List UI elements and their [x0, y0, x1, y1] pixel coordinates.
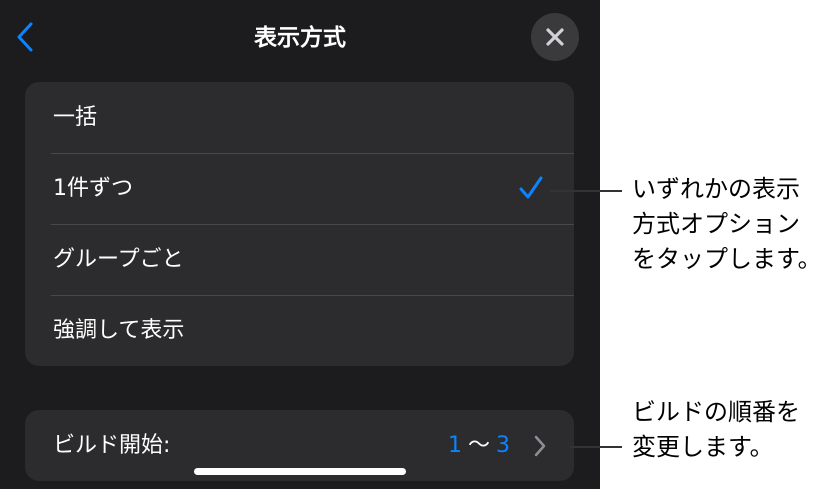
chevron-right-icon [534, 435, 546, 457]
option-label: 1件ずつ [53, 176, 133, 201]
callout-line-build [570, 446, 622, 448]
callout-line-1: ビルドの順番を [632, 398, 800, 426]
callout-line-1: いずれかの表示 [632, 175, 800, 203]
delivery-options-list: 一括 1件ずつ グループごと 強調して表示 [25, 82, 574, 366]
popover-panel: 表示方式 一括 1件ずつ グループごと 強調して表示 ビルド開始: 1 〜 3 [0, 0, 600, 489]
callout-build-text: ビルドの順番を 変更します。 [632, 395, 800, 465]
callout-line-2: 方式オプション [632, 210, 800, 238]
option-one-by-one[interactable]: 1件ずつ [25, 153, 574, 224]
option-label: 強調して表示 [53, 318, 185, 343]
build-order-label: ビルド開始: [53, 433, 171, 458]
page-title: 表示方式 [254, 25, 346, 51]
close-button[interactable] [531, 13, 579, 61]
option-label: グループごと [53, 247, 184, 272]
callout-option-text: いずれかの表示 方式オプション をタップします。 [632, 172, 822, 277]
callout-line-option [550, 190, 622, 192]
build-from: 1 [447, 433, 462, 458]
option-label: 一括 [53, 105, 98, 130]
build-order-value: 1 〜 3 [448, 410, 510, 481]
home-indicator [194, 468, 406, 475]
close-icon [546, 28, 564, 46]
build-to: 3 [496, 433, 510, 458]
callout-line-3: をタップします。 [632, 245, 822, 273]
checkmark-icon [519, 176, 543, 199]
build-tilde: 〜 [467, 433, 490, 458]
callout-line-2: 変更します。 [632, 433, 774, 461]
option-by-group[interactable]: グループごと [25, 224, 574, 295]
option-highlight[interactable]: 強調して表示 [25, 295, 574, 366]
option-all-at-once[interactable]: 一括 [25, 82, 574, 153]
